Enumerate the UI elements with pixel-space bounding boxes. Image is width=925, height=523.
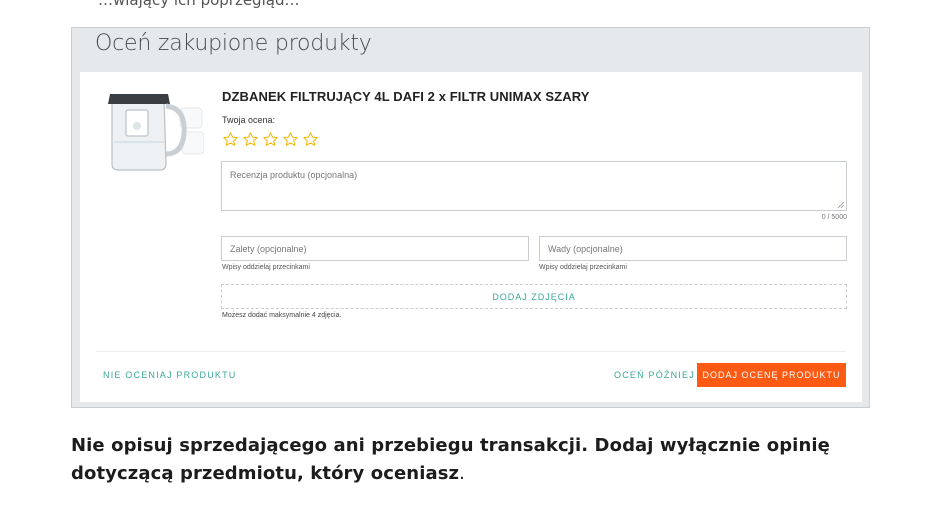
star-icon[interactable]	[222, 131, 239, 148]
resize-handle-icon[interactable]	[838, 202, 844, 208]
review-textarea[interactable]: Recenzja produktu (opcjonalna)	[221, 161, 847, 211]
cons-placeholder: Wady (opcjonalne)	[548, 244, 623, 254]
review-placeholder: Recenzja produktu (opcjonalna)	[230, 170, 358, 180]
character-counter: 0 / 5000	[821, 214, 847, 221]
star-icon[interactable]	[262, 131, 279, 148]
rate-later-button[interactable]: OCEŃ PÓŹNIEJ	[614, 370, 695, 380]
cons-hint: Wpisy oddzielaj przecinkami	[539, 264, 627, 271]
divider	[96, 351, 846, 352]
panel-title: Oceń zakupione produkty	[95, 31, 372, 56]
photos-hint: Możesz dodać maksymalnie 4 zdjęcia.	[222, 312, 342, 319]
notice-period: .	[459, 463, 465, 484]
rating-label: Twoja ocena:	[222, 115, 276, 125]
top-cut-text: …wiający ich poprzegląd…	[98, 0, 300, 9]
add-photos-button[interactable]: DODAJ ZDJĘCIA	[221, 284, 847, 309]
pros-input[interactable]: Zalety (opcjonalne)	[221, 236, 529, 261]
star-rating[interactable]	[222, 131, 319, 148]
cons-input[interactable]: Wady (opcjonalne)	[539, 236, 847, 261]
product-name: DZBANEK FILTRUJĄCY 4L DAFI 2 x FILTR UNI…	[222, 89, 590, 104]
star-icon[interactable]	[282, 131, 299, 148]
submit-rating-button[interactable]: DODAJ OCENĘ PRODUKTU	[697, 363, 846, 387]
pros-hint: Wpisy oddzielaj przecinkami	[222, 264, 310, 271]
star-icon[interactable]	[302, 131, 319, 148]
star-icon[interactable]	[242, 131, 259, 148]
notice-text: Nie opisuj sprzedającego ani przebiegu t…	[71, 432, 891, 488]
pros-placeholder: Zalety (opcjonalne)	[230, 244, 307, 254]
notice-bold: Nie opisuj sprzedającego ani przebiegu t…	[71, 435, 830, 484]
product-rating-card: DZBANEK FILTRUJĄCY 4L DAFI 2 x FILTR UNI…	[80, 72, 862, 402]
skip-rating-button[interactable]: NIE OCENIAJ PRODUKTU	[103, 370, 237, 380]
product-image	[108, 94, 204, 171]
rate-products-panel: Oceń zakupione produkty DZBANEK FILTRUJĄ…	[71, 27, 870, 408]
